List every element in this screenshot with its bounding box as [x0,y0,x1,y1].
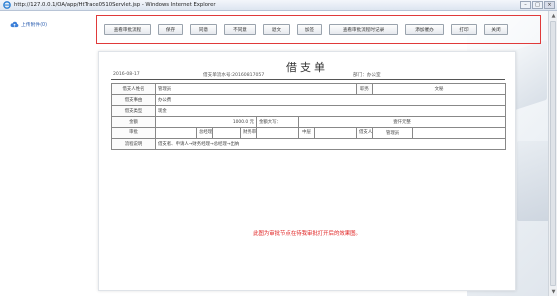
page-content: 上传附件(0) 查看审批流程 保存 同意 不同意 退文 加签 查看审批流程时记录… [0,11,557,296]
preview-note: 此图为审批节点在待我审批打开后的效果图。 [253,231,361,237]
flow-value: 借支者、申请人→财务经理→总经理→出纳 [154,138,507,150]
reason-value[interactable]: 办公费 [154,94,507,106]
return-document-button[interactable]: 退文 [263,24,290,35]
amount-upper-label: 金额大写： [256,116,299,128]
mid-label: 中层 [298,127,315,139]
position-value[interactable]: 文秘 [372,83,507,95]
cloud-upload-icon [10,21,19,28]
flow-label: 流程说明 [111,138,156,150]
table-row: 金额 1000.0 元 金额大写： 壹仟元整 [111,116,507,128]
gm-signature[interactable] [212,127,241,139]
type-value[interactable]: 现金 [154,105,507,117]
vertical-scrollbar[interactable]: ▲ ▼ [548,11,557,296]
window-title: http://127.0.0.1/OA/app/HtTrace0510Servl… [14,2,216,8]
type-label: 借支类型 [111,105,156,117]
amount-value[interactable]: 1000.0 元 [155,116,257,128]
gm-label: 总经理 [196,127,213,139]
add-signer-button[interactable]: 加签 [297,24,322,35]
approve-blank [412,127,507,139]
applicant-label: 借支人姓名 [111,83,156,95]
scroll-down-icon[interactable]: ▼ [549,287,557,296]
finance-label: 财务审核 [240,127,257,139]
save-button[interactable]: 保存 [158,24,183,35]
close-window-button[interactable]: × [544,1,555,9]
loan-form-document: 借支单 2016-08-17 借支单流水号:20160817057 部门：办公室… [98,51,516,291]
agree-button[interactable]: 同意 [190,24,217,35]
borrower-label: 借支人 [356,127,374,139]
upload-attachment-label: 上传附件(0) [21,23,47,28]
header-divider [111,79,505,80]
finance-signature[interactable] [256,127,299,139]
maximize-button[interactable]: □ [532,1,543,9]
ie-browser-icon [3,1,11,9]
applicant-value[interactable]: 管理员 [154,83,358,95]
table-row: 借支事由 办公费 [111,94,507,106]
scroll-up-icon[interactable]: ▲ [549,11,557,20]
print-button[interactable]: 打印 [451,24,477,35]
approve-blank [155,127,197,139]
view-approval-record-button[interactable]: 查看审批流程时记录 [329,24,398,35]
document-date: 2016-08-17 [113,72,140,77]
approve-label: 审批 [111,127,156,139]
reason-label: 借支事由 [111,94,156,106]
document-title: 借支单 [286,61,328,74]
position-label: 职务 [356,83,374,95]
add-reminder-button[interactable]: 添加催办 [405,24,444,35]
disagree-button[interactable]: 不同意 [224,24,256,35]
upload-attachment-link[interactable]: 上传附件(0) [10,21,47,28]
window-titlebar: http://127.0.0.1/OA/app/HtTrace0510Servl… [0,0,557,11]
table-row: 流程说明 借支者、申请人→财务经理→总经理→出纳 [111,138,507,150]
minimize-button[interactable]: – [520,1,531,9]
action-toolbar: 查看审批流程 保存 同意 不同意 退文 加签 查看审批流程时记录 添加催办 打印… [96,15,541,44]
document-flow-number: 借支单流水号:20160817057 [203,73,265,78]
document-department: 部门：办公室 [353,73,381,78]
mid-signature[interactable] [313,127,358,139]
scrollbar-thumb[interactable] [550,21,556,286]
amount-upper-value: 壹仟元整 [297,116,507,128]
amount-label: 金额 [111,116,156,128]
table-row: 审批 总经理 财务审核 中层 借支人 管理员 [111,127,507,139]
borrower-value: 管理员 [372,127,414,139]
table-row: 借支类型 现金 [111,105,507,117]
close-button[interactable]: 关闭 [484,24,508,35]
loan-form-table: 借支人姓名 管理员 职务 文秘 借支事由 办公费 借支类型 现金 金额 1000… [111,83,507,150]
view-approval-flow-button[interactable]: 查看审批流程 [104,24,151,35]
table-row: 借支人姓名 管理员 职务 文秘 [111,83,507,95]
